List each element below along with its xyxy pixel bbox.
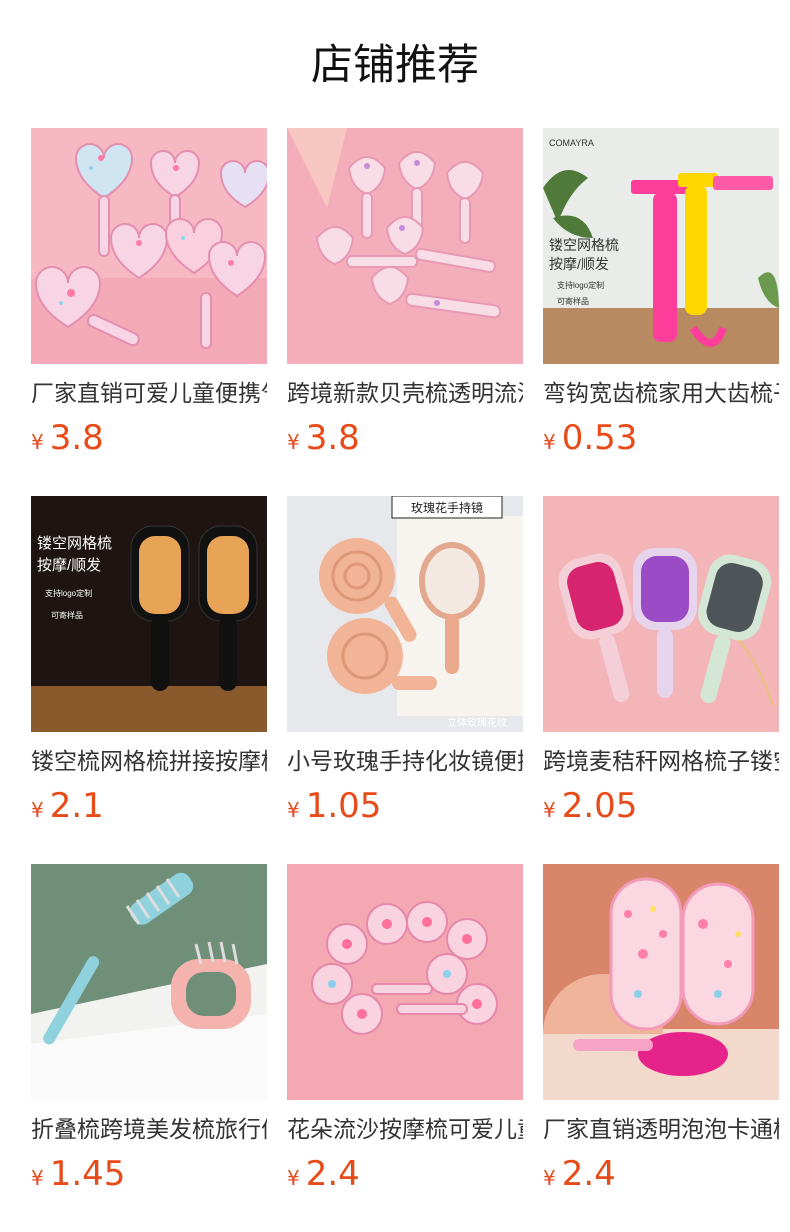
currency-symbol: ¥ [287,430,300,454]
price-value: 3.8 [305,418,360,458]
currency-symbol: ¥ [31,430,44,454]
currency-symbol: ¥ [287,1166,300,1190]
product-price: ¥2.05 [543,784,779,834]
product-card[interactable]: 花朵流沙按摩梳可爱儿童 ¥2.4 [287,864,523,1204]
overlay-headline: 镂空网格梳 [549,237,619,253]
price-value: 1.05 [305,786,382,826]
currency-symbol: ¥ [543,798,556,822]
product-image[interactable] [543,496,779,732]
brand-logo: COMAYRA [549,138,594,148]
product-card[interactable]: 厂家直销透明泡泡卡通梳 ¥2.4 [543,864,779,1204]
product-image[interactable]: 玫瑰花手持镜 立体玫瑰花纹 [287,496,523,732]
product-image[interactable] [31,864,267,1100]
product-card[interactable]: 镂空网格梳 按摩/顺发 支持logo定制 可寄样品 镂空梳网格梳拼接按摩梳 ¥2… [31,496,267,836]
currency-symbol: ¥ [31,798,44,822]
product-image[interactable]: 镂空网格梳 按摩/顺发 支持logo定制 可寄样品 [31,496,267,732]
product-name[interactable]: 折叠梳跨境美发梳旅行便携 [31,1114,267,1146]
currency-symbol: ¥ [543,1166,556,1190]
price-value: 1.45 [49,1154,126,1194]
product-name[interactable]: 跨境新款贝壳梳透明流沙梳 [287,378,523,410]
overlay-tag: 玫瑰花手持镜 [411,500,483,515]
product-card[interactable]: 厂家直销可爱儿童便携气囊梳 ¥3.8 [31,128,267,468]
product-price: ¥2.4 [287,1152,523,1202]
product-image[interactable] [543,864,779,1100]
product-name[interactable]: 厂家直销可爱儿童便携气囊梳 [31,378,267,410]
product-card[interactable]: 跨境新款贝壳梳透明流沙梳 ¥3.8 [287,128,523,468]
product-name[interactable]: 花朵流沙按摩梳可爱儿童 [287,1114,523,1146]
price-value: 2.4 [305,1154,360,1194]
price-value: 2.05 [561,786,638,826]
currency-symbol: ¥ [543,430,556,454]
product-price: ¥0.53 [543,416,779,466]
overlay-tag: 支持logo定制 [557,280,604,290]
product-price: ¥2.4 [543,1152,779,1202]
product-card[interactable]: 跨境麦秸秆网格梳子镂空 ¥2.05 [543,496,779,836]
price-value: 2.4 [561,1154,616,1194]
currency-symbol: ¥ [31,1166,44,1190]
price-value: 2.1 [49,786,104,826]
overlay-caption: 立体玫瑰花纹 [447,716,507,729]
product-image[interactable] [31,128,267,364]
product-price: ¥1.05 [287,784,523,834]
product-image[interactable]: COMAYRA 镂空网格梳 按摩/顺发 支持logo定制 可寄样品 [543,128,779,364]
product-image[interactable] [287,128,523,364]
product-price: ¥1.45 [31,1152,267,1202]
product-card[interactable]: 玫瑰花手持镜 立体玫瑰花纹 小号玫瑰手持化妆镜便携 ¥1.05 [287,496,523,836]
product-name[interactable]: 弯钩宽齿梳家用大齿梳子 [543,378,779,410]
overlay-tag: 可寄样品 [51,610,83,620]
product-price: ¥3.8 [287,416,523,466]
product-price: ¥3.8 [31,416,267,466]
product-price: ¥2.1 [31,784,267,834]
product-card[interactable]: COMAYRA 镂空网格梳 按摩/顺发 支持logo定制 可寄样品 弯钩宽齿梳家… [543,128,779,468]
product-name[interactable]: 小号玫瑰手持化妆镜便携 [287,746,523,778]
price-value: 3.8 [49,418,104,458]
overlay-headline: 按摩/顺发 [37,556,101,574]
product-name[interactable]: 镂空梳网格梳拼接按摩梳 [31,746,267,778]
overlay-headline: 按摩/顺发 [549,256,609,272]
product-image[interactable] [287,864,523,1100]
product-card[interactable]: 折叠梳跨境美发梳旅行便携 ¥1.45 [31,864,267,1204]
overlay-tag: 支持logo定制 [45,588,92,598]
product-name[interactable]: 厂家直销透明泡泡卡通梳 [543,1114,779,1146]
overlay-tag: 可寄样品 [557,296,589,306]
price-value: 0.53 [561,418,638,458]
currency-symbol: ¥ [287,798,300,822]
product-name[interactable]: 跨境麦秸秆网格梳子镂空 [543,746,779,778]
overlay-headline: 镂空网格梳 [37,535,112,552]
page-title: 店铺推荐 [310,40,479,89]
